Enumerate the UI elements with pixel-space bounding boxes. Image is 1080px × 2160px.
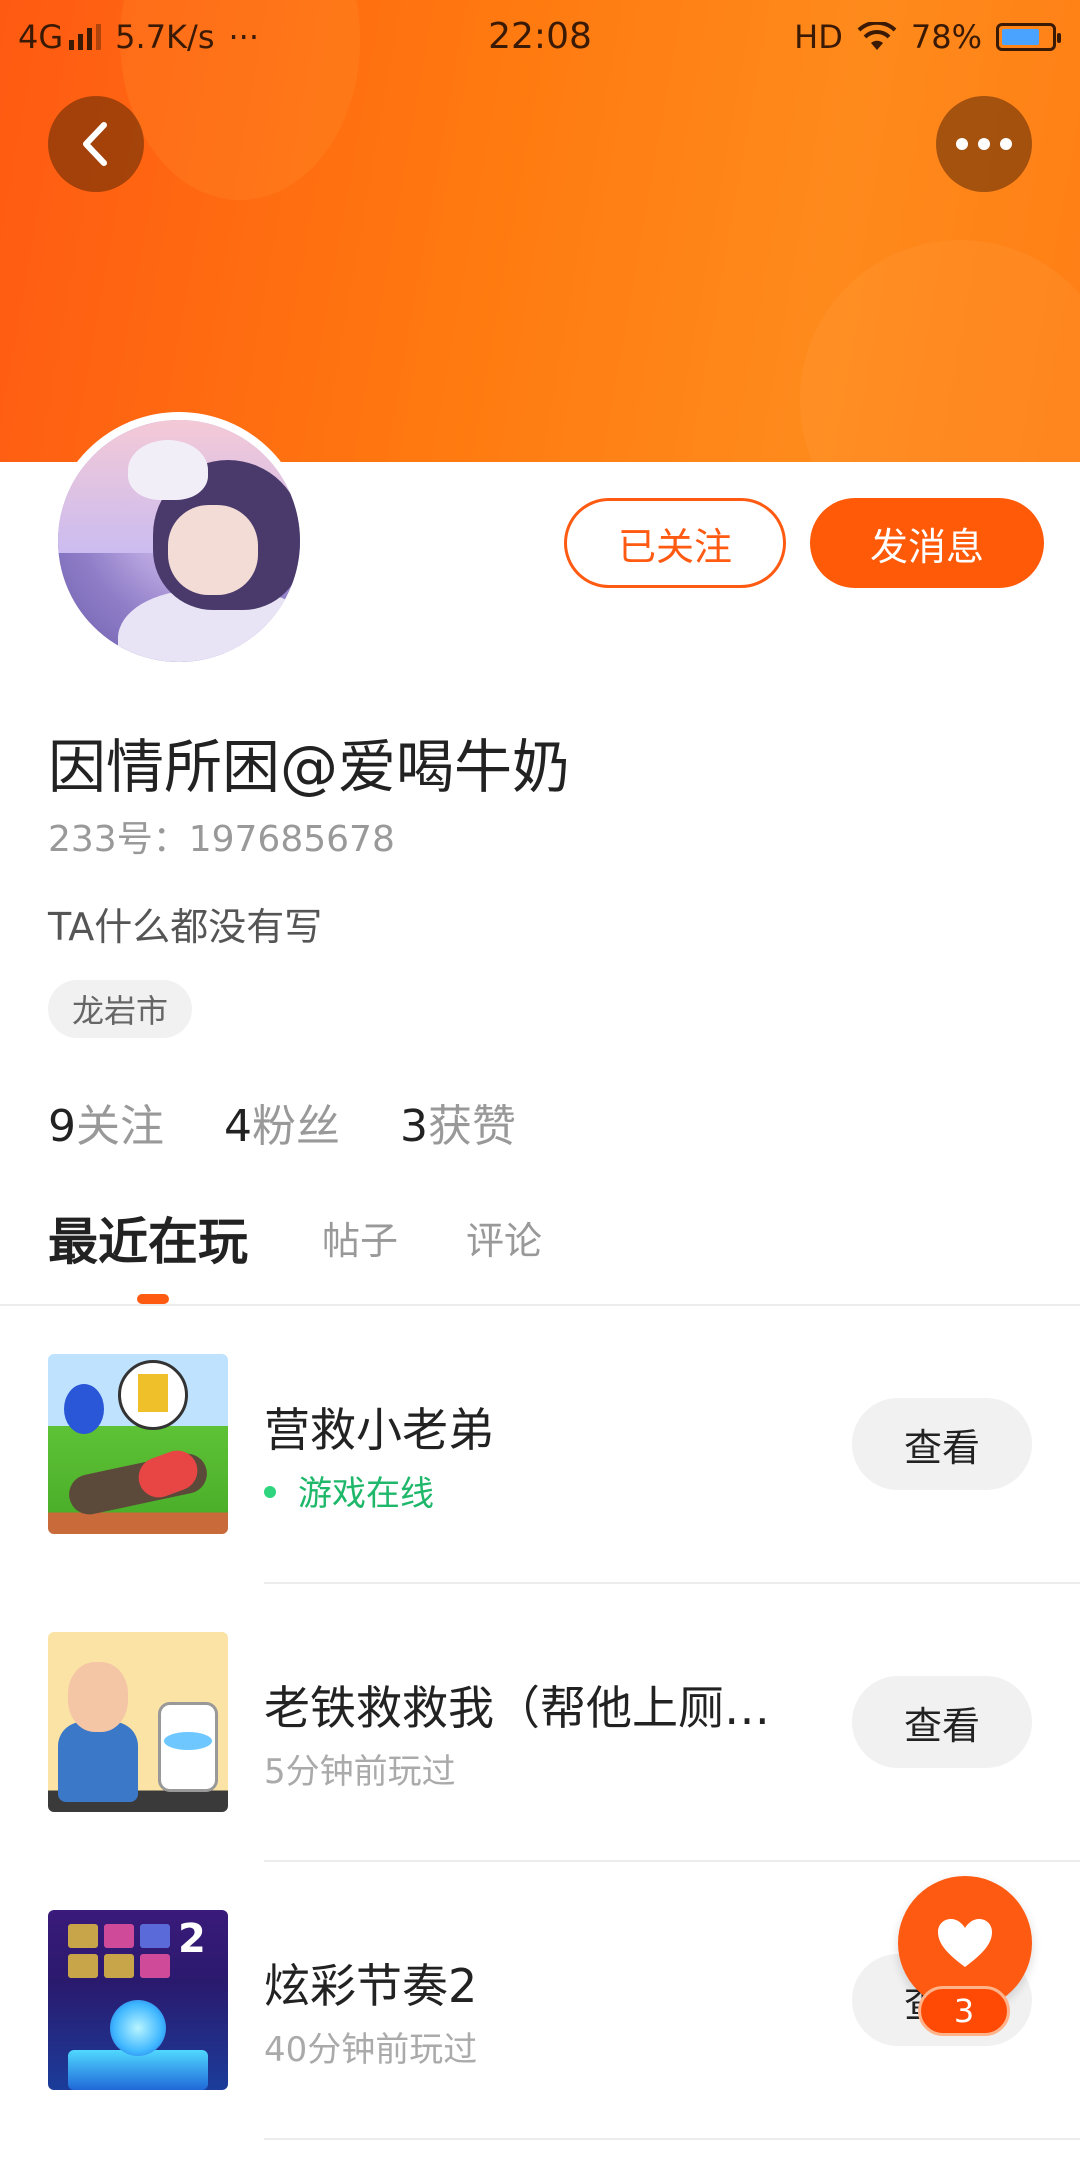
stat-label: 获赞 bbox=[428, 1101, 516, 1152]
stat-likes[interactable]: 3获赞 bbox=[400, 1090, 516, 1154]
game-title: 老铁救救我（帮他上厕… bbox=[264, 1681, 770, 1735]
game-last-played: 5分钟前玩过 bbox=[264, 1752, 456, 1792]
list-item[interactable]: 老铁救救我（帮他上厕… 5分钟前玩过 查看 bbox=[48, 1632, 1080, 1812]
stat-number: 3 bbox=[400, 1101, 428, 1152]
like-count-badge: 3 bbox=[918, 1986, 1010, 2036]
profile-header-banner: 4G 5.7K/s ··· 22:08 HD 78% bbox=[0, 0, 1080, 462]
tab-posts[interactable]: 帖子 bbox=[322, 1210, 398, 1265]
chevron-left-icon bbox=[83, 122, 107, 166]
stat-number: 9 bbox=[48, 1101, 76, 1152]
wifi-icon bbox=[857, 22, 897, 50]
stat-followers[interactable]: 4粉丝 bbox=[224, 1090, 340, 1154]
avatar-art bbox=[128, 440, 208, 500]
game-thumbnail bbox=[48, 1354, 228, 1534]
active-tab-indicator bbox=[137, 1294, 169, 1304]
username: 因情所困@爱喝牛奶 bbox=[48, 733, 571, 801]
back-button[interactable] bbox=[48, 96, 144, 192]
profile-stats: 9关注 4粉丝 3获赞 bbox=[48, 1090, 516, 1154]
status-bar: 4G 5.7K/s ··· 22:08 HD 78% bbox=[0, 0, 1080, 72]
stat-label: 粉丝 bbox=[252, 1101, 340, 1152]
banner-decoration bbox=[800, 240, 1080, 462]
stat-following[interactable]: 9关注 bbox=[48, 1090, 164, 1154]
divider bbox=[264, 2138, 1080, 2140]
divider bbox=[264, 1860, 1080, 1862]
view-button[interactable]: 查看 bbox=[852, 1676, 1032, 1768]
heart-icon bbox=[938, 1919, 992, 1967]
list-item[interactable]: 营救小老弟 游戏在线 查看 bbox=[48, 1354, 1080, 1534]
game-title: 炫彩节奏2 bbox=[264, 1959, 478, 2013]
game-thumbnail bbox=[48, 1632, 228, 1812]
more-options-button[interactable] bbox=[936, 96, 1032, 192]
game-status: 游戏在线 bbox=[264, 1466, 434, 1515]
game-status-text: 游戏在线 bbox=[298, 1474, 434, 1514]
stat-label: 关注 bbox=[76, 1101, 164, 1152]
status-right: HD 78% bbox=[794, 18, 1061, 56]
battery-icon bbox=[996, 23, 1061, 51]
followed-button[interactable]: 已关注 bbox=[564, 498, 786, 588]
avatar-art bbox=[168, 505, 258, 595]
hd-indicator: HD bbox=[794, 18, 843, 56]
view-button[interactable]: 查看 bbox=[852, 1398, 1032, 1490]
game-title: 营救小老弟 bbox=[264, 1403, 494, 1457]
stat-number: 4 bbox=[224, 1101, 252, 1152]
online-dot-icon bbox=[264, 1485, 276, 1498]
battery-level-fill bbox=[1002, 29, 1039, 45]
send-message-button[interactable]: 发消息 bbox=[810, 498, 1044, 588]
tab-recently-played[interactable]: 最近在玩 bbox=[48, 1202, 248, 1274]
divider bbox=[264, 1582, 1080, 1584]
tab-comments[interactable]: 评论 bbox=[466, 1210, 542, 1265]
avatar[interactable] bbox=[50, 412, 308, 670]
profile-tabs: 最近在玩 帖子 评论 bbox=[48, 1210, 1048, 1300]
divider bbox=[0, 1304, 1080, 1306]
battery-percent: 78% bbox=[910, 18, 982, 56]
game-last-played: 40分钟前玩过 bbox=[264, 2030, 478, 2070]
more-dots-icon bbox=[956, 138, 1012, 150]
location-tag: 龙岩市 bbox=[48, 980, 193, 1038]
user-id: 233号：197685678 bbox=[48, 819, 395, 860]
game-thumbnail: 2 bbox=[48, 1910, 228, 2090]
user-bio: TA什么都没有写 bbox=[48, 905, 323, 949]
